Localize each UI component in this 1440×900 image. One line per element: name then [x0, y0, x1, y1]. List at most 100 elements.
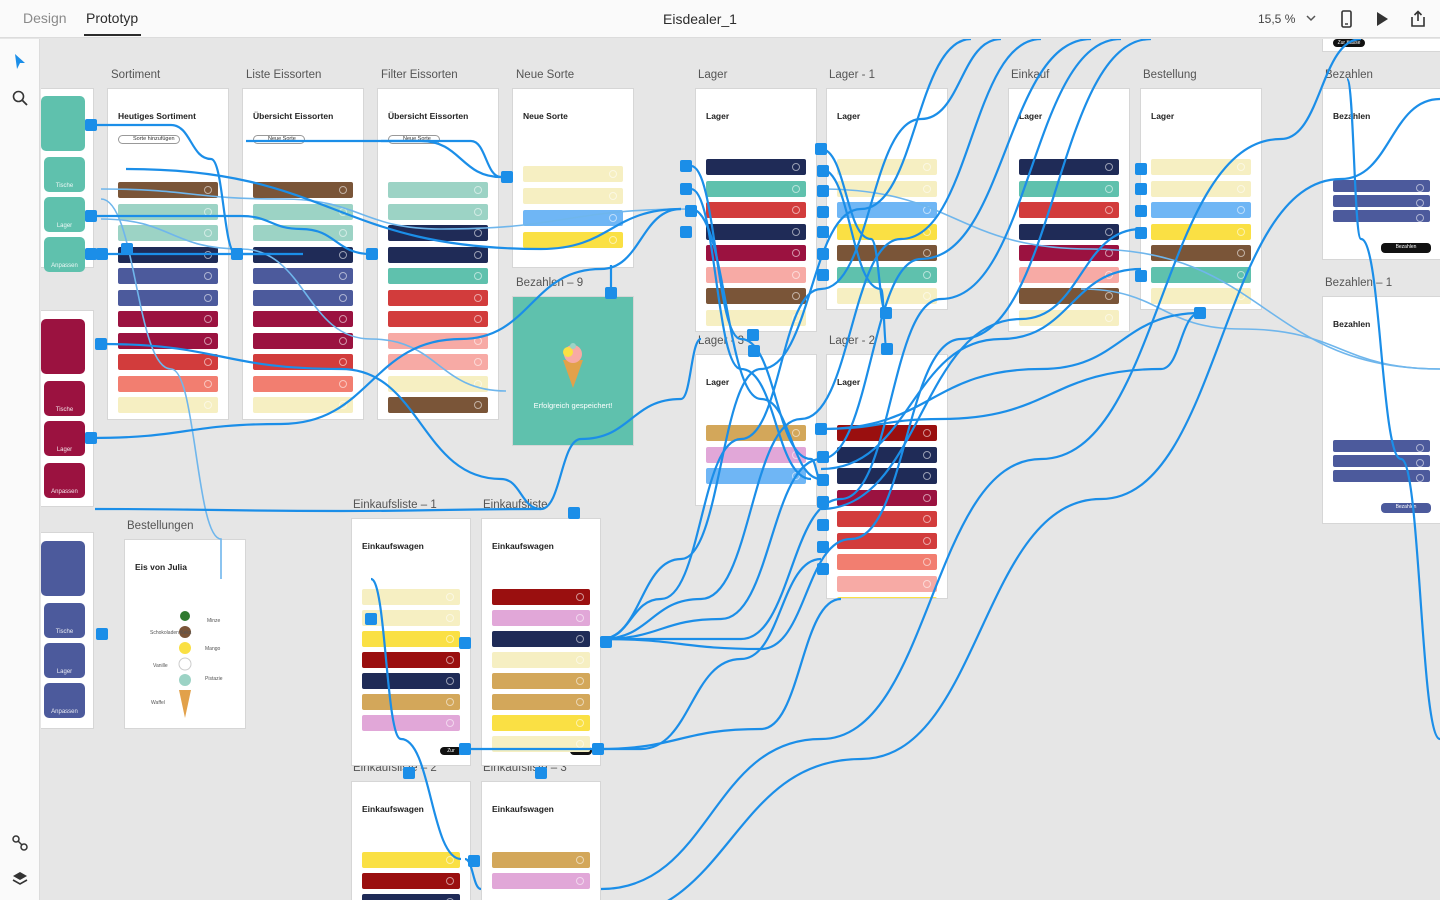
list-row[interactable] [362, 694, 460, 710]
row-action-icon[interactable] [1105, 184, 1113, 193]
artboard-einkaufsliste[interactable]: Einkaufswagen Zur Kasse [482, 519, 600, 765]
artboard-lager-1[interactable]: Lager [827, 89, 947, 309]
artboard-bestellungen[interactable]: Eis von Julia Minze Mango Pistazie Schok… [125, 540, 245, 728]
list-row[interactable] [362, 894, 460, 900]
row-action-icon[interactable] [923, 227, 931, 236]
artboard-bezahlen[interactable]: Bezahlen Bezahlen [1323, 89, 1440, 259]
row-action-icon[interactable] [1237, 184, 1245, 193]
side-card-anpassen[interactable]: Anpassen [44, 463, 85, 498]
list-row[interactable] [388, 246, 488, 263]
list-row[interactable] [492, 631, 590, 647]
row-action-icon[interactable] [792, 450, 800, 459]
row-action-icon[interactable] [792, 313, 800, 322]
artboard-top-partial[interactable]: Zur Kasse [1323, 39, 1440, 51]
list-row[interactable] [706, 468, 806, 484]
row-action-icon[interactable] [1416, 199, 1424, 207]
artboard-label[interactable]: Bestellungen [127, 520, 194, 532]
row-action-icon[interactable] [792, 472, 800, 480]
wire-handle[interactable] [96, 628, 108, 640]
row-action-icon[interactable] [339, 358, 347, 366]
row-action-icon[interactable] [474, 272, 482, 280]
row-action-icon[interactable] [923, 292, 931, 300]
row-action-icon[interactable] [474, 207, 482, 216]
prototype-wire[interactable] [94, 507, 542, 513]
artboard-label[interactable]: Bezahlen – 9 [516, 277, 583, 289]
row-action-icon[interactable] [576, 677, 584, 685]
list-row[interactable] [388, 182, 488, 198]
row-action-icon[interactable] [923, 163, 931, 171]
row-action-icon[interactable] [339, 293, 347, 302]
select-arrow-icon[interactable] [10, 52, 30, 72]
row-action-icon[interactable] [1237, 292, 1245, 300]
list-row[interactable] [706, 446, 806, 463]
list-row[interactable] [1151, 202, 1251, 218]
row-action-icon[interactable] [446, 719, 454, 727]
row-action-icon[interactable] [923, 536, 931, 545]
row-action-icon[interactable] [474, 401, 482, 409]
artboard-label[interactable]: Sortiment [111, 69, 160, 81]
row-action-icon[interactable] [609, 214, 617, 222]
artboard-filter-eissorten[interactable]: Übersicht Eissorten Neue Sorte [378, 89, 498, 419]
list-row[interactable] [118, 418, 218, 419]
row-action-icon[interactable] [339, 186, 347, 194]
row-action-icon[interactable] [339, 272, 347, 280]
wire-handle[interactable] [680, 183, 692, 195]
list-row[interactable] [362, 673, 460, 689]
list-row[interactable] [1333, 180, 1430, 192]
list-row[interactable] [388, 375, 488, 392]
row-action-icon[interactable] [1105, 206, 1113, 214]
row-action-icon[interactable] [1237, 270, 1245, 279]
wire-handle[interactable] [680, 160, 692, 172]
row-action-icon[interactable] [923, 429, 931, 437]
wire-handle[interactable] [96, 248, 108, 260]
row-action-icon[interactable] [1416, 214, 1424, 222]
list-row[interactable] [706, 309, 806, 326]
wire-handle[interactable] [501, 171, 513, 183]
row-action-icon[interactable] [1416, 474, 1424, 482]
list-row[interactable] [118, 397, 218, 413]
row-action-icon[interactable] [204, 401, 212, 409]
layers-icon[interactable] [10, 869, 30, 889]
list-row[interactable] [253, 268, 353, 284]
list-row[interactable] [118, 289, 218, 306]
list-row[interactable] [1019, 288, 1119, 304]
list-row[interactable] [362, 631, 460, 647]
row-action-icon[interactable] [923, 579, 931, 588]
list-row[interactable] [388, 225, 488, 241]
artboard-bezahlen-1[interactable]: Bezahlen Bezahlen [1323, 297, 1440, 523]
list-row[interactable] [1151, 223, 1251, 240]
row-action-icon[interactable] [446, 677, 454, 685]
row-action-icon[interactable] [1105, 270, 1113, 279]
list-row[interactable] [1151, 288, 1251, 304]
list-row[interactable] [706, 245, 806, 261]
list-row[interactable] [1019, 202, 1119, 218]
side-card-active[interactable] [41, 96, 85, 151]
list-row[interactable] [492, 736, 590, 752]
row-action-icon[interactable] [446, 593, 454, 601]
list-row[interactable] [253, 203, 353, 220]
artboard-label[interactable]: Filter Eissorten [381, 69, 458, 81]
row-action-icon[interactable] [204, 207, 212, 216]
list-row[interactable] [253, 332, 353, 349]
list-row[interactable] [253, 311, 353, 327]
prototype-canvas[interactable]: Tische Lager Anpassen Tische Lager Anpas… [41, 39, 1440, 900]
list-row[interactable] [492, 652, 590, 668]
row-action-icon[interactable] [204, 250, 212, 259]
list-row[interactable] [362, 589, 460, 605]
pay-button[interactable]: Bezahlen [1381, 243, 1431, 253]
row-action-icon[interactable] [1105, 227, 1113, 236]
row-action-icon[interactable] [1416, 444, 1424, 452]
list-row[interactable] [837, 245, 937, 261]
row-action-icon[interactable] [204, 229, 212, 237]
list-row[interactable] [362, 610, 460, 626]
row-action-icon[interactable] [1105, 313, 1113, 322]
list-row[interactable] [362, 873, 460, 889]
artboard-bezahlen-9[interactable]: Erfolgreich gespeichert! [513, 297, 633, 445]
row-action-icon[interactable] [1105, 163, 1113, 171]
list-row[interactable] [1151, 266, 1251, 283]
list-row[interactable] [837, 554, 937, 570]
side-card-tische[interactable]: Tische [44, 603, 85, 638]
list-row[interactable] [1019, 180, 1119, 197]
list-row[interactable] [837, 575, 937, 592]
artboard-lager-2[interactable]: Lager [827, 355, 947, 598]
